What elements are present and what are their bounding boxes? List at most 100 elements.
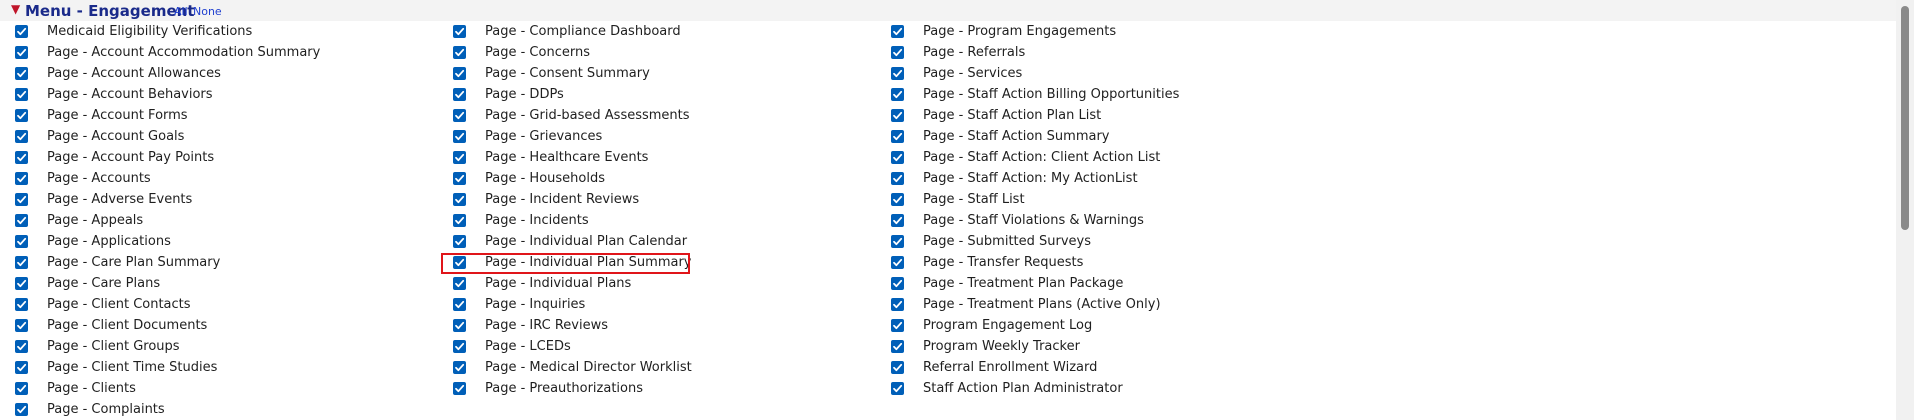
checkbox[interactable] bbox=[15, 361, 28, 374]
checkbox-row[interactable]: Page - IRC Reviews bbox=[453, 315, 873, 336]
checkbox[interactable] bbox=[453, 151, 466, 164]
checkbox-row[interactable]: Page - Program Engagements bbox=[891, 21, 1311, 42]
checkbox-row[interactable]: Page - Accounts bbox=[15, 168, 435, 189]
checkbox-row[interactable]: Page - Client Contacts bbox=[15, 294, 435, 315]
checkbox-row[interactable]: Staff Action Plan Administrator bbox=[891, 378, 1311, 399]
checkbox[interactable] bbox=[891, 193, 904, 206]
checkbox[interactable] bbox=[15, 277, 28, 290]
checkbox-row[interactable]: Page - Care Plan Summary bbox=[15, 252, 435, 273]
checkbox-row[interactable]: Page - Grid-based Assessments bbox=[453, 105, 873, 126]
checkbox[interactable] bbox=[15, 340, 28, 353]
checkbox-row[interactable]: Page - Treatment Plan Package bbox=[891, 273, 1311, 294]
checkbox[interactable] bbox=[15, 172, 28, 185]
checkbox-row[interactable]: Page - Clients bbox=[15, 378, 435, 399]
checkbox[interactable] bbox=[15, 130, 28, 143]
checkbox-row[interactable]: Page - Individual Plan Summary bbox=[453, 252, 873, 273]
checkbox[interactable] bbox=[15, 25, 28, 38]
checkbox[interactable] bbox=[15, 193, 28, 206]
checkbox[interactable] bbox=[891, 214, 904, 227]
checkbox-row[interactable]: Page - Staff Action: My ActionList bbox=[891, 168, 1311, 189]
checkbox-row[interactable]: Page - Account Accommodation Summary bbox=[15, 42, 435, 63]
checkbox-row[interactable]: Page - Grievances bbox=[453, 126, 873, 147]
checkbox[interactable] bbox=[15, 214, 28, 227]
checkbox-row[interactable]: Page - Incident Reviews bbox=[453, 189, 873, 210]
select-none-link[interactable]: None bbox=[193, 5, 222, 19]
checkbox-row[interactable]: Page - Account Allowances bbox=[15, 63, 435, 84]
checkbox-row[interactable]: Page - Account Forms bbox=[15, 105, 435, 126]
checkbox-row[interactable]: Page - Adverse Events bbox=[15, 189, 435, 210]
checkbox[interactable] bbox=[15, 109, 28, 122]
chevron-down-icon[interactable]: ▼ bbox=[11, 2, 20, 16]
checkbox[interactable] bbox=[891, 67, 904, 80]
checkbox-row[interactable]: Page - Healthcare Events bbox=[453, 147, 873, 168]
select-all-link[interactable]: All bbox=[174, 5, 188, 19]
checkbox[interactable] bbox=[15, 319, 28, 332]
checkbox-row[interactable]: Page - Client Documents bbox=[15, 315, 435, 336]
checkbox-row[interactable]: Page - Account Pay Points bbox=[15, 147, 435, 168]
checkbox-row[interactable]: Page - Staff Action: Client Action List bbox=[891, 147, 1311, 168]
checkbox-row[interactable]: Page - Individual Plan Calendar bbox=[453, 231, 873, 252]
checkbox-row[interactable]: Page - Incidents bbox=[453, 210, 873, 231]
checkbox-row[interactable]: Page - Client Time Studies bbox=[15, 357, 435, 378]
checkbox[interactable] bbox=[891, 172, 904, 185]
checkbox-row[interactable]: Page - Staff Action Billing Opportunitie… bbox=[891, 84, 1311, 105]
checkbox[interactable] bbox=[891, 319, 904, 332]
checkbox[interactable] bbox=[891, 88, 904, 101]
checkbox[interactable] bbox=[15, 88, 28, 101]
checkbox-row[interactable]: Page - Staff List bbox=[891, 189, 1311, 210]
checkbox[interactable] bbox=[891, 46, 904, 59]
checkbox[interactable] bbox=[453, 319, 466, 332]
checkbox[interactable] bbox=[15, 382, 28, 395]
checkbox-row[interactable]: Page - Client Groups bbox=[15, 336, 435, 357]
checkbox[interactable] bbox=[453, 172, 466, 185]
checkbox-row[interactable]: Page - Preauthorizations bbox=[453, 378, 873, 399]
checkbox[interactable] bbox=[453, 277, 466, 290]
checkbox[interactable] bbox=[453, 88, 466, 101]
checkbox-row[interactable]: Page - Staff Violations & Warnings bbox=[891, 210, 1311, 231]
section-title[interactable]: Menu - Engagement bbox=[25, 2, 194, 20]
checkbox-row[interactable]: Page - Concerns bbox=[453, 42, 873, 63]
checkbox[interactable] bbox=[891, 25, 904, 38]
checkbox-row[interactable]: Page - Households bbox=[453, 168, 873, 189]
checkbox-row[interactable]: Page - Referrals bbox=[891, 42, 1311, 63]
checkbox[interactable] bbox=[891, 298, 904, 311]
checkbox[interactable] bbox=[453, 235, 466, 248]
checkbox[interactable] bbox=[453, 361, 466, 374]
checkbox[interactable] bbox=[15, 403, 28, 416]
scrollbar-thumb[interactable] bbox=[1901, 6, 1909, 230]
checkbox[interactable] bbox=[15, 256, 28, 269]
checkbox[interactable] bbox=[453, 109, 466, 122]
checkbox-row[interactable]: Page - Care Plans bbox=[15, 273, 435, 294]
checkbox[interactable] bbox=[453, 67, 466, 80]
checkbox[interactable] bbox=[891, 256, 904, 269]
checkbox-row[interactable]: Page - Staff Action Plan List bbox=[891, 105, 1311, 126]
checkbox[interactable] bbox=[453, 214, 466, 227]
checkbox-row[interactable]: Page - Services bbox=[891, 63, 1311, 84]
checkbox[interactable] bbox=[891, 151, 904, 164]
checkbox[interactable] bbox=[15, 298, 28, 311]
checkbox-row[interactable]: Referral Enrollment Wizard bbox=[891, 357, 1311, 378]
checkbox-row[interactable]: Page - Appeals bbox=[15, 210, 435, 231]
checkbox-row[interactable]: Page - Submitted Surveys bbox=[891, 231, 1311, 252]
checkbox-row[interactable]: Program Engagement Log bbox=[891, 315, 1311, 336]
checkbox-row[interactable]: Page - Transfer Requests bbox=[891, 252, 1311, 273]
checkbox-row[interactable]: Page - Consent Summary bbox=[453, 63, 873, 84]
checkbox-row[interactable]: Program Weekly Tracker bbox=[891, 336, 1311, 357]
checkbox[interactable] bbox=[453, 298, 466, 311]
checkbox[interactable] bbox=[15, 67, 28, 80]
checkbox[interactable] bbox=[15, 151, 28, 164]
checkbox[interactable] bbox=[891, 382, 904, 395]
checkbox[interactable] bbox=[891, 130, 904, 143]
checkbox-row[interactable]: Page - DDPs bbox=[453, 84, 873, 105]
checkbox[interactable] bbox=[891, 361, 904, 374]
checkbox[interactable] bbox=[891, 340, 904, 353]
vertical-scrollbar[interactable] bbox=[1896, 0, 1914, 420]
checkbox-row[interactable]: Page - Complaints bbox=[15, 399, 435, 420]
checkbox-row[interactable]: Medicaid Eligibility Verifications bbox=[15, 21, 435, 42]
checkbox-row[interactable]: Page - Account Goals bbox=[15, 126, 435, 147]
checkbox[interactable] bbox=[453, 25, 466, 38]
checkbox[interactable] bbox=[453, 130, 466, 143]
checkbox-row[interactable]: Page - Treatment Plans (Active Only) bbox=[891, 294, 1311, 315]
checkbox-row[interactable]: Page - Applications bbox=[15, 231, 435, 252]
checkbox-row[interactable]: Page - Staff Action Summary bbox=[891, 126, 1311, 147]
